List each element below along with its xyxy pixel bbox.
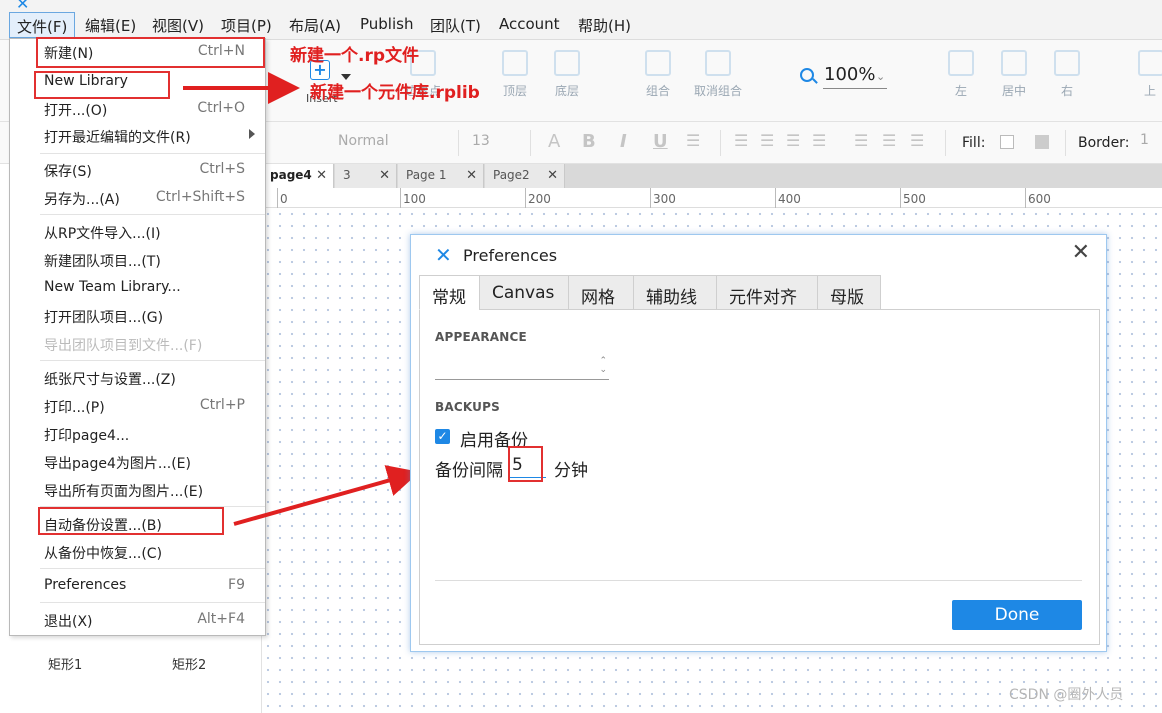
appearance-select[interactable]: ⌃ ⌄ bbox=[435, 354, 609, 380]
tab-general[interactable]: 常规 bbox=[419, 275, 480, 310]
tab-widget-snap[interactable]: 元件对齐 bbox=[716, 275, 818, 310]
close-icon[interactable]: ✕ bbox=[1072, 242, 1090, 264]
tab-guides[interactable]: 辅助线 bbox=[633, 275, 717, 310]
done-button[interactable]: Done bbox=[952, 600, 1082, 630]
backups-section-title: BACKUPS bbox=[435, 400, 500, 414]
watermark: CSDN @圈外人员 bbox=[1009, 687, 1124, 703]
tab-canvas[interactable]: Canvas bbox=[479, 275, 569, 310]
axure-logo-icon: ✕ bbox=[435, 243, 452, 267]
appearance-section-title: APPEARANCE bbox=[435, 330, 527, 344]
tab-masters[interactable]: 母版 bbox=[817, 275, 881, 310]
highlight-interval bbox=[508, 446, 543, 482]
preferences-tabs: 常规 Canvas 网格 辅助线 元件对齐 母版 bbox=[419, 275, 1100, 310]
arrow-to-backup-setting bbox=[233, 465, 420, 526]
enable-backup-checkbox[interactable]: ✓ bbox=[435, 429, 450, 444]
dialog-divider bbox=[435, 580, 1082, 581]
backup-interval-unit: 分钟 bbox=[554, 461, 588, 481]
dialog-title: Preferences bbox=[463, 246, 558, 265]
backup-interval-label: 备份间隔 bbox=[435, 461, 503, 481]
tab-grid[interactable]: 网格 bbox=[568, 275, 634, 310]
preferences-dialog: ✕ Preferences ✕ 常规 Canvas 网格 辅助线 元件对齐 母版… bbox=[410, 234, 1107, 652]
spinner-chevron-icon: ⌃ ⌄ bbox=[599, 356, 607, 375]
preferences-body: APPEARANCE ⌃⌄ BACKUPS ✓ 启用备份 备份间隔 分钟 Don… bbox=[419, 310, 1100, 645]
